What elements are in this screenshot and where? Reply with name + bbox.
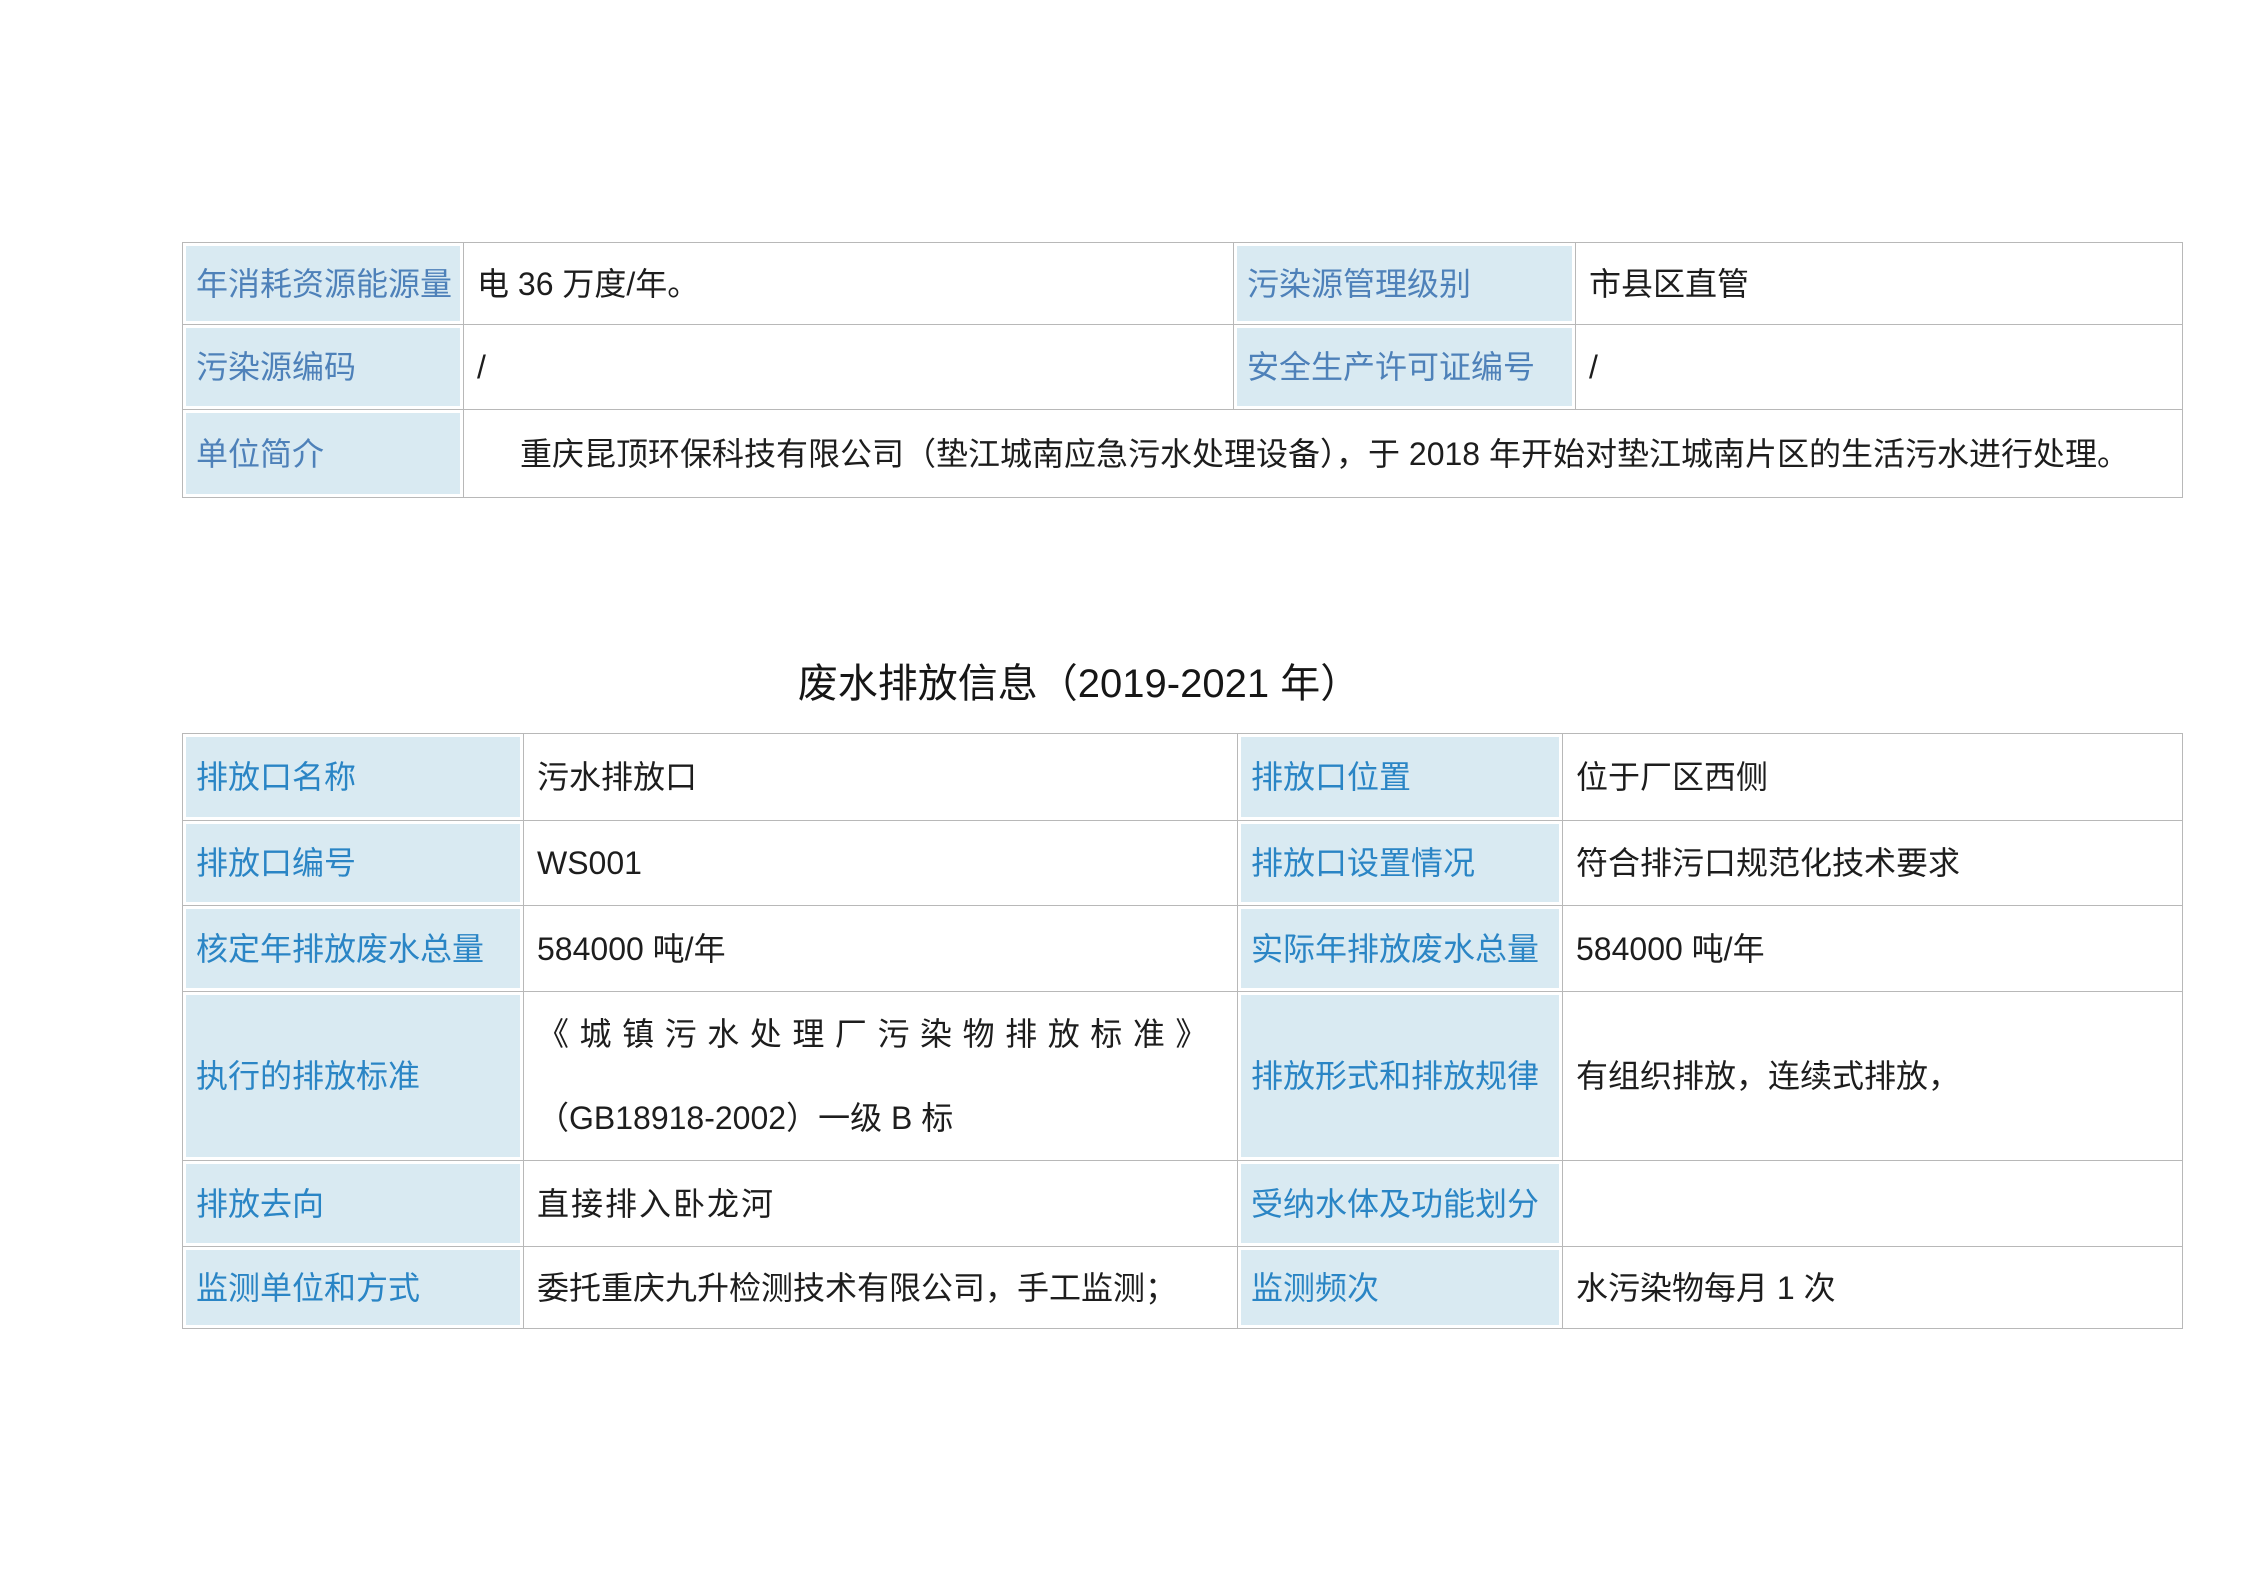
table-row: 排放口名称 污水排放口 排放口位置 位于厂区西侧: [183, 734, 2183, 821]
table-row: 排放去向 直接排入卧龙河 受纳水体及功能划分: [183, 1161, 2183, 1247]
monitoring-frequency-label: 监测频次: [1238, 1247, 1563, 1329]
actual-annual-discharge-label: 实际年排放废水总量: [1238, 906, 1563, 992]
outlet-location-label: 排放口位置: [1238, 734, 1563, 821]
discharge-form-rule-label: 排放形式和排放规律: [1238, 992, 1563, 1161]
actual-annual-discharge-value: 584000 吨/年: [1563, 906, 2183, 992]
outlet-location-value: 位于厂区西侧: [1563, 734, 2183, 821]
pollution-source-level-label: 污染源管理级别: [1234, 243, 1576, 325]
annual-energy-consumption-value: 电 36 万度/年。: [464, 243, 1234, 325]
receiving-water-body-value: [1563, 1161, 2183, 1247]
annual-energy-consumption-label: 年消耗资源能源量: [183, 243, 464, 325]
safety-production-license-value: /: [1576, 325, 2183, 410]
monitoring-unit-method-value: 委托重庆九升检测技术有限公司，手工监测；: [524, 1247, 1238, 1329]
outlet-name-value: 污水排放口: [524, 734, 1238, 821]
enterprise-info-table: 年消耗资源能源量 电 36 万度/年。 污染源管理级别 市县区直管 污染源编码 …: [182, 242, 2183, 498]
table-row: 污染源编码 / 安全生产许可证编号 /: [183, 325, 2183, 410]
table-row: 监测单位和方式 委托重庆九升检测技术有限公司，手工监测； 监测频次 水污染物每月…: [183, 1247, 2183, 1329]
outlet-setup-status-label: 排放口设置情况: [1238, 821, 1563, 906]
company-profile-label: 单位简介: [183, 410, 464, 498]
receiving-water-body-label: 受纳水体及功能划分: [1238, 1161, 1563, 1247]
discharge-destination-value: 直接排入卧龙河: [524, 1161, 1238, 1247]
outlet-number-label: 排放口编号: [183, 821, 524, 906]
monitoring-frequency-value: 水污染物每月 1 次: [1563, 1247, 2183, 1329]
document-page: 年消耗资源能源量 电 36 万度/年。 污染源管理级别 市县区直管 污染源编码 …: [0, 0, 2245, 1587]
discharge-standard-label: 执行的排放标准: [183, 992, 524, 1161]
outlet-number-value: WS001: [524, 821, 1238, 906]
wastewater-discharge-table: 排放口名称 污水排放口 排放口位置 位于厂区西侧 排放口编号 WS001 排放口…: [182, 733, 2183, 1329]
company-profile-value: 重庆昆顶环保科技有限公司（垫江城南应急污水处理设备），于 2018 年开始对垫江…: [464, 410, 2183, 498]
table-row: 执行的排放标准 《城镇污水处理厂污染物排放标准》 （GB18918-2002）一…: [183, 992, 2183, 1161]
pollution-source-level-value: 市县区直管: [1576, 243, 2183, 325]
discharge-standard-value: 《城镇污水处理厂污染物排放标准》 （GB18918-2002）一级 B 标: [524, 992, 1238, 1161]
approved-annual-discharge-value: 584000 吨/年: [524, 906, 1238, 992]
discharge-form-rule-value: 有组织排放，连续式排放，: [1563, 992, 2183, 1161]
table-row: 单位简介 重庆昆顶环保科技有限公司（垫江城南应急污水处理设备），于 2018 年…: [183, 410, 2183, 498]
safety-production-license-label: 安全生产许可证编号: [1234, 325, 1576, 410]
discharge-standard-line1: 《城镇污水处理厂污染物排放标准》: [537, 992, 1227, 1076]
approved-annual-discharge-label: 核定年排放废水总量: [183, 906, 524, 992]
table-row: 核定年排放废水总量 584000 吨/年 实际年排放废水总量 584000 吨/…: [183, 906, 2183, 992]
table-row: 排放口编号 WS001 排放口设置情况 符合排污口规范化技术要求: [183, 821, 2183, 906]
outlet-setup-status-value: 符合排污口规范化技术要求: [1563, 821, 2183, 906]
discharge-destination-label: 排放去向: [183, 1161, 524, 1247]
discharge-standard-line2: （GB18918-2002）一级 B 标: [537, 1076, 1227, 1160]
monitoring-unit-method-label: 监测单位和方式: [183, 1247, 524, 1329]
pollution-source-code-label: 污染源编码: [183, 325, 464, 410]
table-row: 年消耗资源能源量 电 36 万度/年。 污染源管理级别 市县区直管: [183, 243, 2183, 325]
outlet-name-label: 排放口名称: [183, 734, 524, 821]
pollution-source-code-value: /: [464, 325, 1234, 410]
section-title: 废水排放信息（2019-2021 年）: [798, 658, 1360, 710]
